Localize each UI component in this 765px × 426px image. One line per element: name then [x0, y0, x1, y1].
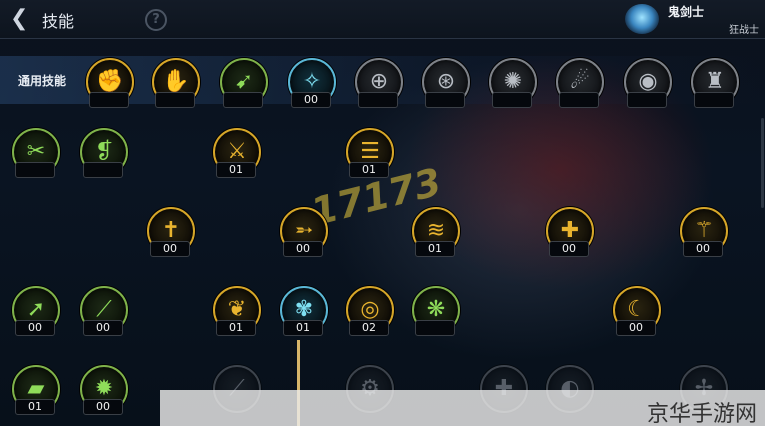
skill-level — [223, 92, 263, 108]
skill-level: 02 — [349, 320, 389, 336]
skill-level: 00 — [549, 241, 589, 257]
skill-level — [15, 162, 55, 178]
skill-screen: ❮ 技能 ? 鬼剑士 狂战士 通用技能 17173 ✊ ✋ ➹ ✧ 00 ⊕ ⊛ ✺ ☄ ◉ ♜ ✂ ❡… — [0, 0, 765, 426]
skill-level — [627, 92, 667, 108]
skill-level: 01 — [15, 399, 55, 415]
skill-level: 00 — [291, 92, 331, 108]
skill-level: 01 — [283, 320, 323, 336]
top-bar: ❮ 技能 ? 鬼剑士 狂战士 — [0, 0, 765, 39]
skill-level: 00 — [83, 320, 123, 336]
skill-level: 00 — [150, 241, 190, 257]
skill-level — [415, 320, 455, 336]
common-skills-label: 通用技能 — [18, 74, 67, 88]
class-name: 鬼剑士 — [668, 5, 705, 19]
help-icon[interactable]: ? — [145, 9, 167, 31]
skill-level: 00 — [283, 241, 323, 257]
skill-level: 01 — [216, 162, 256, 178]
skill-level — [559, 92, 599, 108]
skill-level: 00 — [683, 241, 723, 257]
skill-level: 01 — [415, 241, 455, 257]
skill-level: 01 — [216, 320, 256, 336]
skill-level — [694, 92, 734, 108]
skill-level: 01 — [349, 162, 389, 178]
skill-level: 00 — [83, 399, 123, 415]
skill-level — [492, 92, 532, 108]
skill-level — [89, 92, 129, 108]
skill-level: 00 — [616, 320, 656, 336]
class-avatar-icon — [625, 4, 659, 34]
skill-level — [425, 92, 465, 108]
subclass-name: 狂战士 — [729, 25, 759, 36]
back-arrow-icon[interactable]: ❮ — [10, 8, 34, 30]
page-title: 技能 — [42, 12, 75, 31]
skill-level: 00 — [15, 320, 55, 336]
skill-level — [155, 92, 195, 108]
skill-level — [358, 92, 398, 108]
brand-text: 京华手游网 — [646, 402, 757, 426]
scrollbar[interactable] — [761, 118, 764, 208]
skill-level — [83, 162, 123, 178]
